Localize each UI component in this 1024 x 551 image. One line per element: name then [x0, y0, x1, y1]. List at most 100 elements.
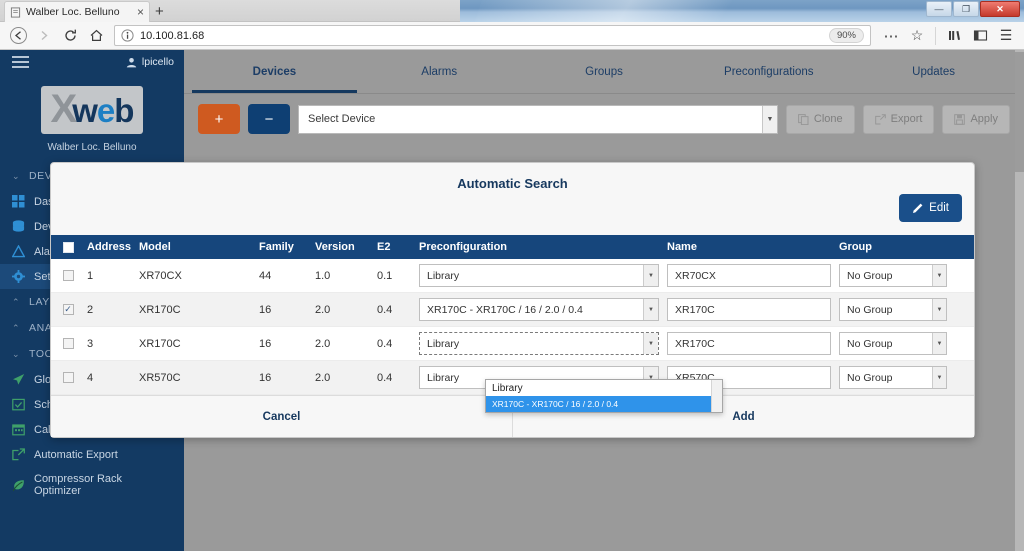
- chevron-down-icon[interactable]: ▼: [761, 105, 777, 133]
- preconfiguration-dropdown-list[interactable]: Library XR170C - XR170C / 16 / 2.0 / 0.4: [485, 379, 723, 413]
- dropdown-scrollbar[interactable]: [711, 380, 722, 412]
- preconfiguration-select[interactable]: Library ▼: [419, 264, 659, 287]
- zoom-level-badge[interactable]: 90%: [828, 28, 864, 43]
- cell-model: XR170C: [139, 337, 181, 350]
- chevron-up-icon: ⌃: [12, 322, 21, 333]
- cell-group: No Group ▼: [839, 298, 955, 321]
- username-label: lpicello: [141, 56, 174, 68]
- sidebar-item-compressor-rack-optimizer[interactable]: Compressor Rack Optimizer: [0, 467, 184, 503]
- column-header-e2: E2: [377, 241, 391, 253]
- chevron-down-icon[interactable]: ▼: [932, 299, 946, 320]
- chevron-down-icon[interactable]: ▼: [643, 299, 658, 320]
- remove-device-button[interactable]: −: [248, 104, 290, 134]
- row-checkbox-cell[interactable]: [51, 372, 85, 383]
- row-checkbox[interactable]: ✓: [62, 304, 74, 315]
- chevron-up-icon: ⌃: [12, 296, 21, 307]
- more-actions-icon[interactable]: ⋯: [879, 25, 903, 47]
- home-icon[interactable]: [84, 25, 108, 47]
- table-row[interactable]: 1 XR70CX 44 1.0 0.1 Library ▼ XR70CX No …: [51, 259, 974, 293]
- chevron-down-icon[interactable]: ▼: [932, 265, 946, 286]
- tab-preconfigurations[interactable]: Preconfigurations: [686, 50, 851, 93]
- cell-name: XR70CX: [667, 264, 839, 287]
- apply-button[interactable]: Apply: [942, 104, 1010, 134]
- row-checkbox[interactable]: [62, 338, 74, 349]
- preconfiguration-select[interactable]: XR170C - XR170C / 16 / 2.0 / 0.4 ▼: [419, 298, 659, 321]
- table-row[interactable]: ✓ 2 XR170C 16 2.0 0.4 XR170C - XR170C / …: [51, 293, 974, 327]
- apply-label: Apply: [970, 113, 998, 125]
- page-icon: [10, 6, 21, 18]
- cell-name: XR170C: [667, 332, 839, 355]
- scrollbar-thumb[interactable]: [1015, 52, 1024, 172]
- cell-address: 2: [87, 303, 94, 316]
- dropdown-option-library[interactable]: Library: [486, 380, 722, 396]
- row-checkbox-cell[interactable]: ✓: [51, 304, 85, 315]
- menu-toggle-icon[interactable]: [12, 55, 29, 69]
- close-window-button[interactable]: ✕: [980, 1, 1020, 17]
- preconfiguration-value: Library: [427, 269, 460, 282]
- cell-preconfiguration: Library ▼: [419, 332, 667, 355]
- cell-e2: 0.1: [377, 269, 393, 282]
- dropdown-option-xr170c[interactable]: XR170C - XR170C / 16 / 2.0 / 0.4: [486, 396, 722, 412]
- clone-button[interactable]: Clone: [785, 104, 855, 134]
- forward-icon: [32, 25, 56, 47]
- preconfiguration-select-open[interactable]: Library ▼: [419, 332, 659, 355]
- chevron-down-icon[interactable]: ▼: [932, 333, 946, 354]
- close-icon[interactable]: ×: [137, 6, 144, 18]
- tab-alarms[interactable]: Alarms: [357, 50, 522, 93]
- tab-updates[interactable]: Updates: [851, 50, 1016, 93]
- bookmark-star-icon[interactable]: ☆: [905, 25, 929, 47]
- browser-menu-icon[interactable]: ☰: [994, 25, 1018, 47]
- add-device-button[interactable]: +: [198, 104, 240, 134]
- gear-icon: [12, 270, 25, 283]
- copy-icon: [798, 113, 809, 125]
- chevron-down-icon[interactable]: ▼: [932, 367, 946, 388]
- chevron-down-icon[interactable]: ▼: [643, 265, 658, 286]
- name-input[interactable]: XR170C: [667, 298, 831, 321]
- cell-version: 2.0: [315, 303, 331, 316]
- name-input[interactable]: XR170C: [667, 332, 831, 355]
- edit-button[interactable]: Edit: [899, 194, 962, 222]
- name-input[interactable]: XR70CX: [667, 264, 831, 287]
- export-label: Export: [890, 113, 923, 125]
- cell-address: 3: [87, 337, 94, 350]
- url-bar[interactable]: 10.100.81.68 90%: [114, 25, 871, 46]
- row-checkbox-cell[interactable]: [51, 270, 85, 281]
- new-tab-button[interactable]: +: [155, 4, 164, 19]
- reload-icon[interactable]: [58, 25, 82, 47]
- sidebar-item-automatic-export[interactable]: Automatic Export: [0, 442, 184, 467]
- group-select[interactable]: No Group ▼: [839, 298, 947, 321]
- select-device-dropdown[interactable]: Select Device ▼: [298, 104, 778, 134]
- cancel-button[interactable]: Cancel: [51, 396, 512, 437]
- library-icon[interactable]: [942, 25, 966, 47]
- row-checkbox[interactable]: [62, 372, 74, 383]
- page-scrollbar[interactable]: [1015, 50, 1024, 551]
- chevron-down-icon[interactable]: ▼: [643, 333, 658, 354]
- table-row[interactable]: 3 XR170C 16 2.0 0.4 Library ▼ XR170C No …: [51, 327, 974, 361]
- calendar-check-icon: [12, 398, 25, 411]
- device-table-body: 1 XR70CX 44 1.0 0.1 Library ▼ XR70CX No …: [51, 259, 974, 413]
- row-checkbox-cell[interactable]: [51, 338, 85, 349]
- back-icon[interactable]: [6, 25, 30, 47]
- group-select[interactable]: No Group ▼: [839, 264, 947, 287]
- column-header-model: Model: [139, 241, 171, 253]
- cell-group: No Group ▼: [839, 264, 955, 287]
- tab-groups[interactable]: Groups: [522, 50, 687, 93]
- preconfiguration-value: XR170C - XR170C / 16 / 2.0 / 0.4: [427, 303, 583, 316]
- brand-logo: Xweb: [0, 74, 184, 138]
- export-button[interactable]: Export: [862, 104, 935, 134]
- group-value: No Group: [847, 269, 893, 282]
- page-info-icon[interactable]: [121, 29, 134, 42]
- dialog-title: Automatic Search: [457, 176, 568, 191]
- group-select[interactable]: No Group ▼: [839, 366, 947, 389]
- select-all-checkbox[interactable]: [51, 241, 85, 253]
- tab-devices[interactable]: Devices: [192, 50, 357, 93]
- maximize-button[interactable]: ❐: [953, 1, 979, 17]
- user-menu[interactable]: lpicello: [126, 56, 174, 68]
- group-select[interactable]: No Group ▼: [839, 332, 947, 355]
- minimize-button[interactable]: —: [926, 1, 952, 17]
- window-controls[interactable]: — ❐ ✕: [926, 1, 1020, 17]
- row-checkbox[interactable]: [62, 270, 74, 281]
- browser-tab[interactable]: Walber Loc. Belluno ×: [4, 1, 150, 22]
- site-name-label: Walber Loc. Belluno: [47, 142, 137, 153]
- sidebar-icon[interactable]: [968, 25, 992, 47]
